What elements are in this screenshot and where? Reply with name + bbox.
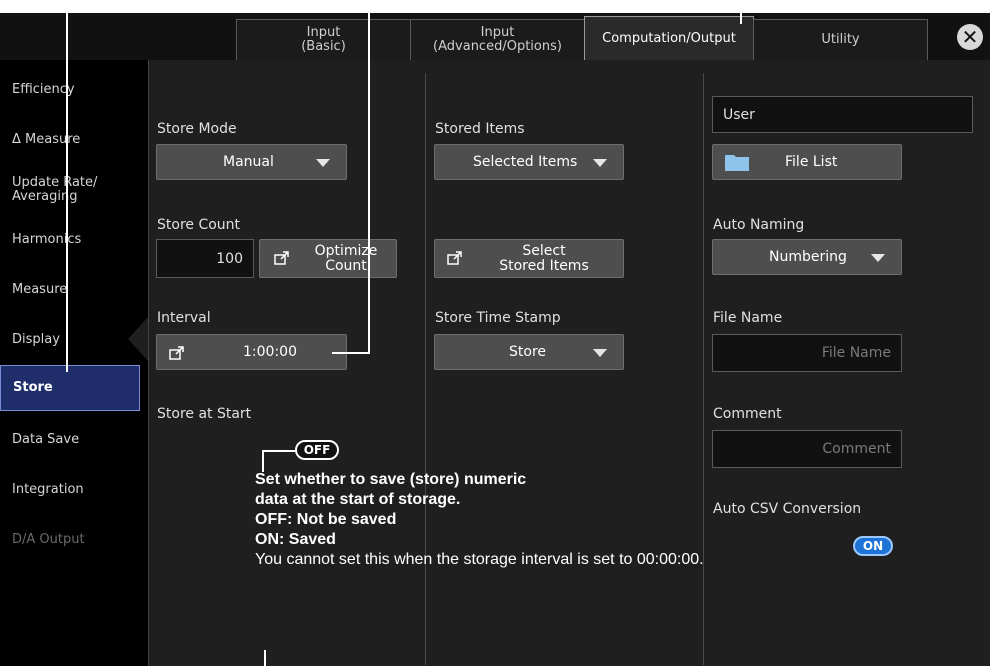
tab-input-basic[interactable]: Input (Basic) (236, 19, 411, 60)
comment-label: Comment (713, 406, 782, 422)
store-time-stamp-dropdown[interactable]: Store (434, 334, 624, 370)
sidebar-item-harmonics[interactable]: Harmonics (0, 215, 148, 265)
sidebar-item-store[interactable]: Store (0, 365, 140, 411)
file-name-label: File Name (713, 310, 783, 326)
auto-naming-value: Numbering (769, 249, 847, 265)
tab-utility[interactable]: Utility (753, 19, 928, 60)
user-field[interactable]: User (712, 96, 973, 133)
auto-csv-label: Auto CSV Conversion (713, 501, 862, 517)
file-list-button[interactable]: File List (712, 144, 902, 180)
callout-line: OFF: Not be saved (255, 511, 397, 528)
sidebar-item-integration[interactable]: Integration (0, 465, 148, 515)
store-mode-value: Manual (223, 154, 274, 170)
column-divider (425, 73, 426, 665)
select-stored-items-label: Select Stored Items (499, 242, 589, 274)
store-count-label: Store Count (157, 217, 241, 233)
interval-button[interactable]: 1:00:00 (156, 334, 347, 370)
callout-line: ON: Saved (255, 531, 336, 548)
auto-csv-toggle[interactable]: ON (853, 536, 893, 556)
popup-icon (447, 251, 462, 265)
store-at-start-label: Store at Start (157, 406, 252, 422)
callout-leader (262, 450, 296, 452)
auto-naming-dropdown[interactable]: Numbering (712, 239, 902, 275)
sidebar-item-data-save[interactable]: Data Save (0, 415, 148, 465)
stored-items-dropdown[interactable]: Selected Items (434, 144, 624, 180)
chevron-down-icon (871, 254, 885, 262)
chevron-down-icon (316, 159, 330, 167)
optimize-count-label: Optimize Count (314, 242, 378, 274)
sidebar-item-delta-measure[interactable]: Δ Measure (0, 115, 148, 165)
auto-naming-label: Auto Naming (713, 217, 805, 233)
store-mode-label: Store Mode (157, 121, 237, 137)
file-name-field[interactable]: File Name (712, 334, 902, 372)
annotation-leader (740, 0, 742, 24)
annotation-leader (368, 0, 370, 354)
store-time-stamp-label: Store Time Stamp (435, 310, 561, 326)
stored-items-value: Selected Items (473, 154, 578, 170)
callout-text: Set whether to save (store) numeric data… (255, 470, 704, 570)
store-time-stamp-value: Store (509, 344, 547, 360)
annotation-leader (332, 352, 370, 354)
sidebar-item-update-rate[interactable]: Update Rate/ Averaging (0, 165, 148, 215)
popup-icon (274, 251, 289, 265)
folder-icon (725, 155, 749, 171)
file-list-label: File List (785, 154, 838, 170)
sidebar: Efficiency Δ Measure Update Rate/ Averag… (0, 60, 149, 666)
stored-items-label: Stored Items (435, 121, 525, 137)
interval-label: Interval (157, 310, 211, 326)
store-at-start-toggle[interactable]: OFF (295, 440, 339, 460)
sidebar-item-measure[interactable]: Measure (0, 265, 148, 315)
sidebar-item-da-output: D/A Output (12, 532, 85, 547)
store-count-field[interactable]: 100 (156, 239, 254, 278)
select-stored-items-button[interactable]: Select Stored Items (434, 239, 624, 278)
interval-value: 1:00:00 (243, 344, 297, 360)
tab-input-advanced[interactable]: Input (Advanced/Options) (410, 19, 585, 60)
chevron-down-icon (593, 159, 607, 167)
sidebar-item-efficiency[interactable]: Efficiency (0, 65, 148, 115)
callout-line: data at the start of storage. (255, 491, 461, 508)
callout-line: You cannot set this when the storage int… (255, 551, 704, 568)
tab-computation-output[interactable]: Computation/Output (584, 16, 754, 60)
column-divider (703, 73, 704, 665)
callout-line: Set whether to save (store) numeric (255, 471, 527, 488)
annotation-leader (264, 650, 266, 666)
chevron-down-icon (593, 349, 607, 357)
active-indicator-arrow (128, 317, 148, 361)
sidebar-item-display[interactable]: Display (0, 315, 148, 365)
comment-field[interactable]: Comment (712, 430, 902, 468)
popup-icon (169, 346, 184, 360)
optimize-count-button[interactable]: Optimize Count (259, 239, 397, 278)
annotation-leader (66, 0, 68, 372)
store-mode-dropdown[interactable]: Manual (156, 144, 347, 180)
tab-bar: Input (Basic) Input (Advanced/Options) C… (0, 13, 990, 60)
callout-leader (262, 450, 264, 472)
close-icon[interactable]: ✕ (957, 24, 983, 50)
